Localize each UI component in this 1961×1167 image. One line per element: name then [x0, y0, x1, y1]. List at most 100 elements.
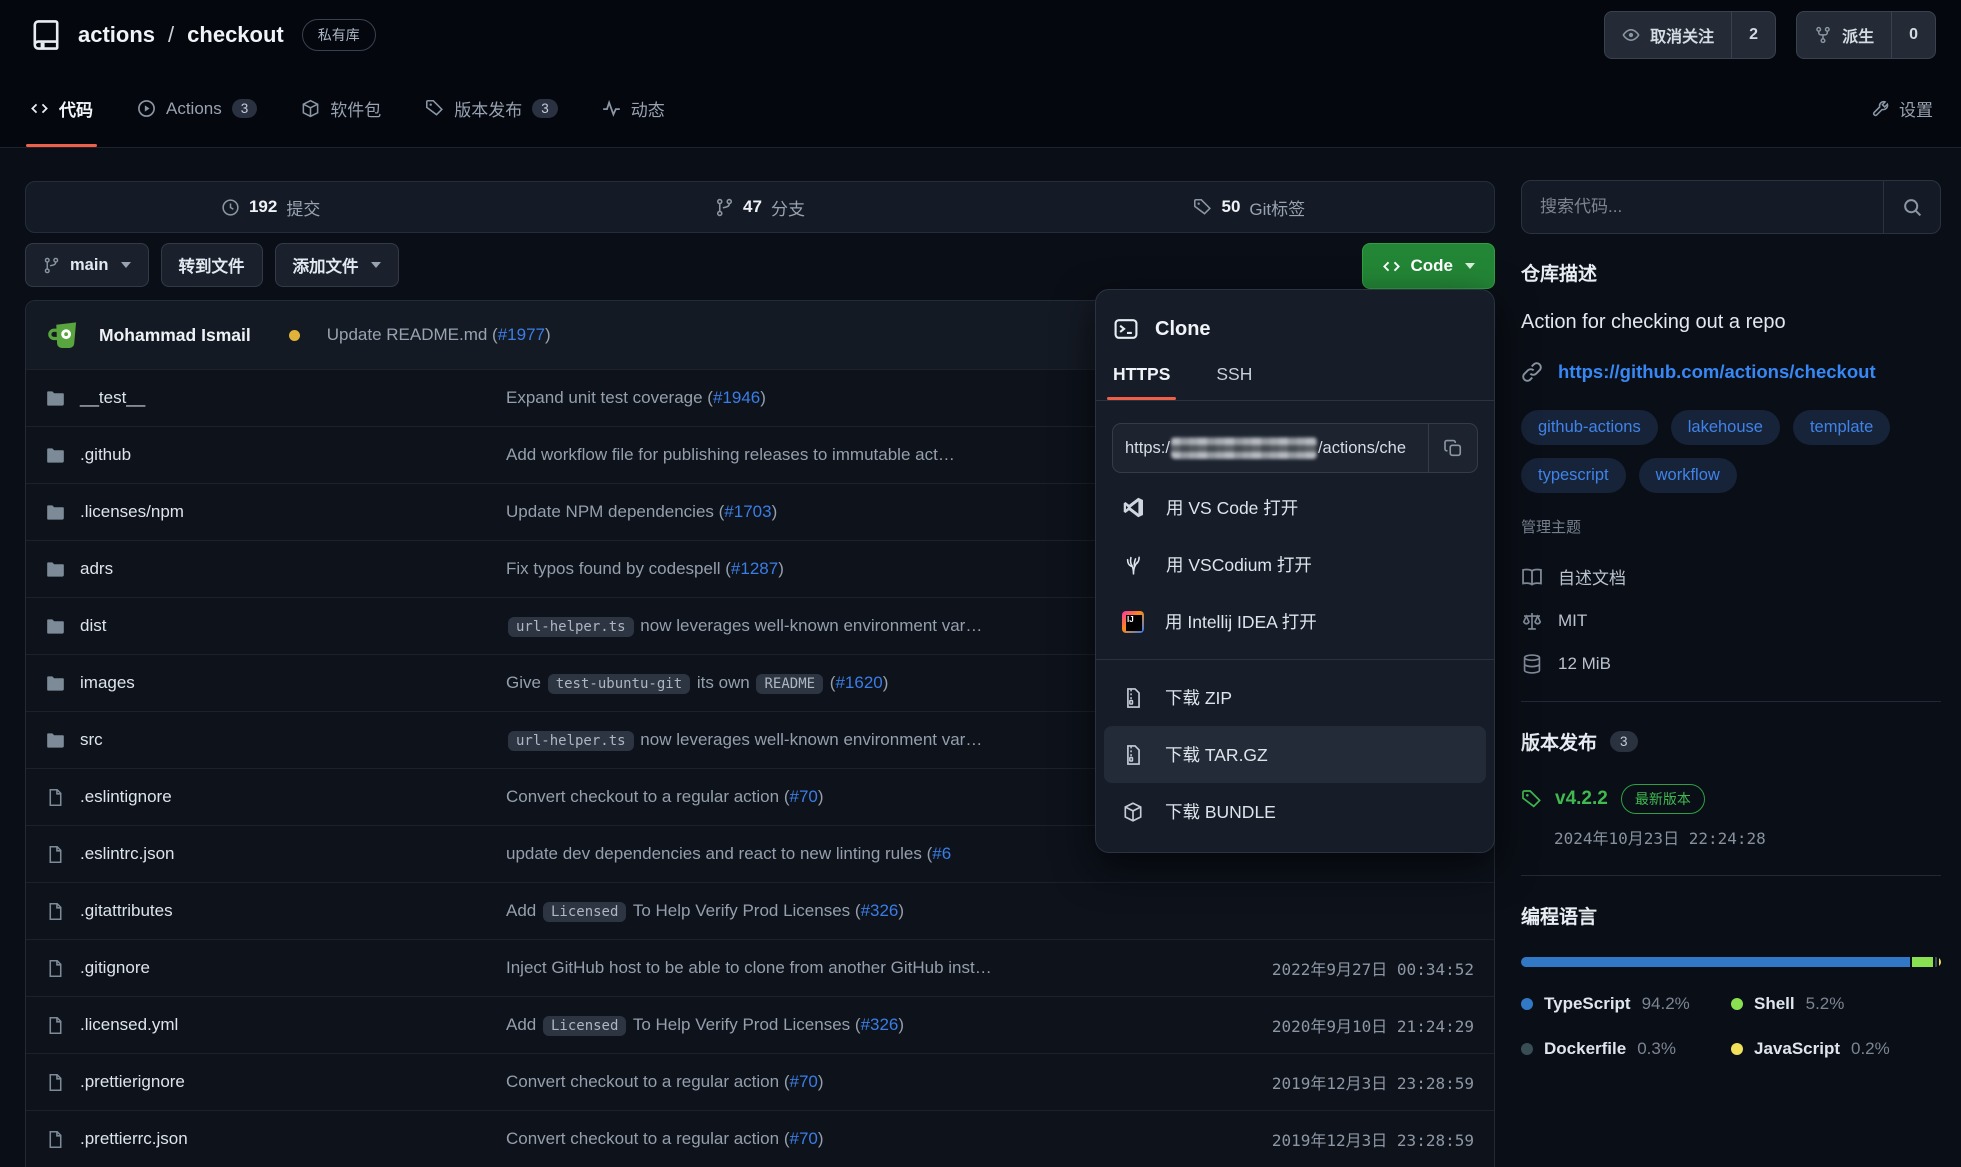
tab-activity[interactable]: 动态	[602, 70, 665, 147]
language-pct: 5.2%	[1806, 994, 1845, 1014]
clone-url-input[interactable]: https://actions/che	[1113, 424, 1428, 472]
add-file-button[interactable]: 添加文件	[275, 243, 399, 287]
unwatch-button[interactable]: 取消关注 2	[1604, 11, 1776, 59]
commit-message: Convert checkout to a regular action (#7…	[506, 1072, 1174, 1092]
release-version-link[interactable]: v4.2.2	[1555, 788, 1608, 810]
pr-link[interactable]: #70	[789, 1129, 817, 1148]
go-to-file-button[interactable]: 转到文件	[161, 243, 263, 287]
releases-title[interactable]: 版本发布	[1521, 728, 1597, 755]
code-button-label: Code	[1411, 256, 1454, 276]
tab-settings[interactable]: 设置	[1871, 96, 1933, 121]
pr-link[interactable]: #70	[789, 1072, 817, 1091]
file-name-link[interactable]: .eslintignore	[80, 787, 172, 807]
commit-author[interactable]: Mohammad Ismail	[99, 325, 251, 346]
repo-owner-link[interactable]: actions	[78, 22, 155, 48]
avatar[interactable]	[46, 316, 84, 354]
divider	[1521, 701, 1941, 702]
language-pct: 0.3%	[1637, 1039, 1676, 1059]
manage-topics-link[interactable]: 管理主题	[1521, 516, 1941, 537]
breadcrumb-separator: /	[168, 22, 174, 48]
file-name-link[interactable]: .github	[80, 445, 131, 465]
folder-icon	[46, 503, 65, 522]
topic-pill[interactable]: workflow	[1639, 458, 1737, 493]
package-icon	[301, 99, 320, 118]
license-label: MIT	[1558, 611, 1587, 631]
file-name-link[interactable]: .prettierrc.json	[80, 1129, 188, 1149]
pr-link[interactable]: #326	[861, 1015, 899, 1034]
watchers-count[interactable]: 2	[1731, 12, 1775, 58]
branch-selector[interactable]: main	[25, 243, 149, 287]
law-scales-icon	[1521, 610, 1543, 632]
website-row: https://github.com/actions/checkout	[1521, 361, 1941, 383]
tab-releases[interactable]: 版本发布 3	[425, 70, 558, 147]
file-name-link[interactable]: .gitattributes	[80, 901, 173, 921]
fork-button[interactable]: 派生 0	[1796, 11, 1936, 59]
download-bundle-item[interactable]: 下载 BUNDLE	[1104, 783, 1486, 840]
pr-link[interactable]: #70	[789, 787, 817, 806]
tab-code[interactable]: 代码	[30, 70, 93, 147]
search-input[interactable]	[1522, 181, 1883, 233]
size-label: 12 MiB	[1558, 654, 1611, 674]
language-pct: 94.2%	[1642, 994, 1690, 1014]
language-name: Dockerfile	[1544, 1039, 1626, 1059]
code-button[interactable]: Code	[1362, 243, 1496, 289]
file-name-link[interactable]: adrs	[80, 559, 113, 579]
forks-count[interactable]: 0	[1891, 12, 1935, 58]
topic-pill[interactable]: github-actions	[1521, 410, 1658, 445]
file-name-cell: adrs	[46, 559, 506, 579]
pr-link[interactable]: #6	[932, 844, 951, 863]
repo-name-link[interactable]: checkout	[187, 22, 284, 48]
table-row[interactable]: .gitattributesAdd Licensed To Help Verif…	[26, 882, 1494, 939]
commits-stat[interactable]: 192 提交	[26, 182, 515, 232]
open-idea-item[interactable]: IJ 用 Intellij IDEA 打开	[1104, 593, 1486, 650]
tab-actions[interactable]: Actions 3	[137, 70, 257, 147]
repo-breadcrumb: actions / checkout	[78, 22, 284, 48]
tags-label: Git标签	[1249, 195, 1305, 220]
pr-link[interactable]: #1620	[835, 673, 882, 692]
pr-link[interactable]: #326	[861, 901, 899, 920]
file-name-cell: .gitattributes	[46, 901, 506, 921]
readme-row[interactable]: 自述文档	[1521, 564, 1941, 589]
table-row[interactable]: .prettierrc.jsonConvert checkout to a re…	[26, 1110, 1494, 1167]
size-row[interactable]: 12 MiB	[1521, 653, 1941, 675]
file-name-link[interactable]: .prettierignore	[80, 1072, 185, 1092]
copy-url-button[interactable]	[1428, 424, 1477, 472]
file-name-link[interactable]: .eslintrc.json	[80, 844, 174, 864]
file-name-link[interactable]: .licenses/npm	[80, 502, 184, 522]
download-zip-item[interactable]: 下载 ZIP	[1104, 669, 1486, 726]
tab-ssh[interactable]: SSH	[1216, 364, 1252, 400]
topic-pill[interactable]: template	[1793, 410, 1890, 445]
website-link[interactable]: https://github.com/actions/checkout	[1558, 361, 1876, 383]
commit-pr-link[interactable]: #1977	[498, 325, 545, 344]
commit-date: 2020年9月10日 21:24:29	[1174, 1013, 1474, 1037]
tab-releases-label: 版本发布	[454, 96, 522, 121]
branches-stat[interactable]: 47 分支	[515, 182, 1004, 232]
redacted-host-blur	[1171, 437, 1317, 459]
tags-stat[interactable]: 50 Git标签	[1005, 182, 1494, 232]
file-name-link[interactable]: .gitignore	[80, 958, 150, 978]
pr-link[interactable]: #1703	[724, 502, 771, 521]
tab-code-label: 代码	[59, 96, 93, 121]
open-vscodium-item[interactable]: 用 VSCodium 打开	[1104, 536, 1486, 593]
file-name-link[interactable]: dist	[80, 616, 106, 636]
table-row[interactable]: .gitignoreInject GitHub host to be able …	[26, 939, 1494, 996]
tab-https[interactable]: HTTPS	[1113, 364, 1170, 400]
zip-file-icon	[1122, 687, 1144, 709]
file-name-link[interactable]: src	[80, 730, 103, 750]
pr-link[interactable]: #1287	[731, 559, 778, 578]
table-row[interactable]: .prettierignore Convert checkout to a reg…	[26, 1053, 1494, 1110]
open-vscode-item[interactable]: 用 VS Code 打开	[1104, 479, 1486, 536]
file-name-link[interactable]: __test__	[80, 388, 145, 408]
file-name-link[interactable]: images	[80, 673, 135, 693]
topic-pill[interactable]: typescript	[1521, 458, 1626, 493]
table-row[interactable]: .licensed.ymlAdd Licensed To Help Verify…	[26, 996, 1494, 1053]
pr-link[interactable]: #1946	[713, 388, 760, 407]
commit-status-dot[interactable]	[289, 330, 300, 341]
license-row[interactable]: MIT	[1521, 610, 1941, 632]
download-targz-item[interactable]: 下载 TAR.GZ	[1104, 726, 1486, 783]
tab-packages[interactable]: 软件包	[301, 70, 381, 147]
clone-dropdown: Clone HTTPS SSH https://actions/che 用 VS…	[1095, 289, 1495, 853]
topic-pill[interactable]: lakehouse	[1671, 410, 1780, 445]
search-button[interactable]	[1883, 181, 1940, 233]
file-name-link[interactable]: .licensed.yml	[80, 1015, 178, 1035]
